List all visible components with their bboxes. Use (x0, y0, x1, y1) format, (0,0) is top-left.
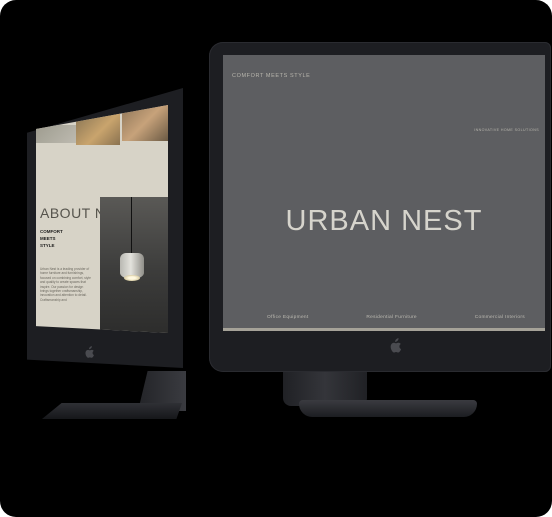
interior-photo (36, 125, 76, 143)
nav-link-office[interactable]: Office Equipment (267, 315, 309, 320)
right-monitor-foot (299, 400, 477, 417)
tagline-right: INNOVATIVE HOME SOLUTIONS (474, 128, 539, 132)
apple-logo-icon (390, 338, 402, 353)
nav-link-residential[interactable]: Residential Furniture (366, 315, 417, 320)
about-body-text: Urban Nest is a leading provider of home… (40, 267, 91, 302)
apple-logo-icon (85, 346, 94, 358)
nav-link-commercial[interactable]: Commercial Interiors (475, 315, 525, 320)
bottom-nav: Office Equipment Residential Furniture C… (223, 315, 545, 320)
left-monitor-foot (42, 403, 182, 419)
about-subtitle: COMFORT MEETS STYLE (40, 229, 63, 248)
right-monitor-frame: COMFORT MEETS STYLE INNOVATIVE HOME SOLU… (209, 42, 551, 372)
lamp-bulb (124, 275, 140, 281)
left-monitor-screen: ABOUT NEST COMFORT MEETS STYLE Urban Nes… (36, 105, 168, 333)
hero-title: URBAN NEST (285, 205, 483, 237)
pendant-lamp-photo (100, 197, 168, 333)
lamp-cord (131, 197, 132, 255)
right-monitor-screen: COMFORT MEETS STYLE INNOVATIVE HOME SOLU… (223, 55, 545, 331)
mockup-canvas: ABOUT NEST COMFORT MEETS STYLE Urban Nes… (0, 0, 552, 517)
tagline-left: COMFORT MEETS STYLE (232, 73, 311, 79)
screen-divider (223, 328, 545, 331)
